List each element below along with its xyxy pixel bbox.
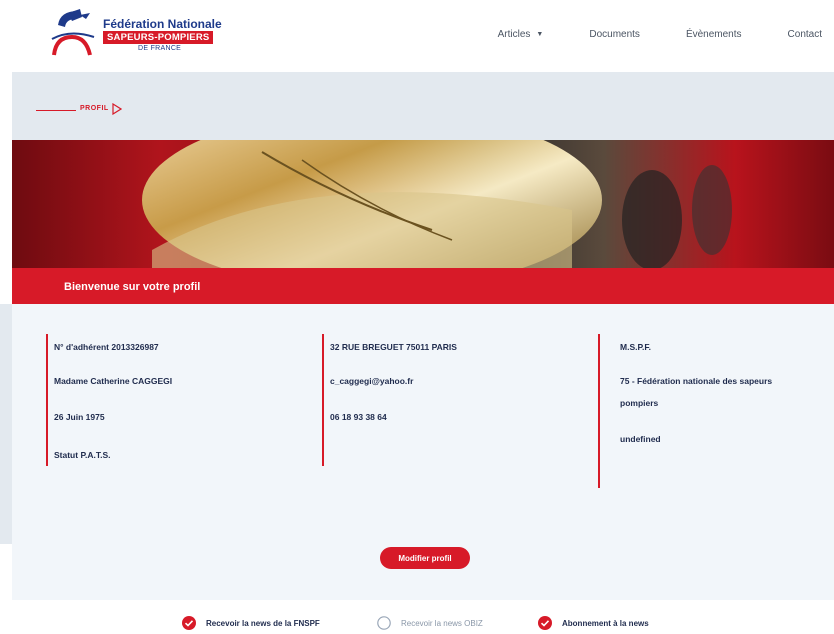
address: 32 RUE BREGUET 75011 PARIS <box>330 342 457 352</box>
play-arrow-icon <box>112 103 122 115</box>
empty-circle-icon <box>377 616 391 630</box>
left-edge <box>0 304 12 544</box>
fnspf-logo-icon <box>51 9 95 56</box>
member-name: Madame Catherine CAGGEGI <box>54 376 173 386</box>
phone: 06 18 93 38 64 <box>330 412 387 422</box>
member-number: N° d'adhérent 2013326987 <box>54 342 159 352</box>
profile-title-bar: Bienvenue sur votre profil <box>12 268 834 304</box>
hero-image <box>12 140 834 270</box>
main-nav: Articles ▼ Documents Évènements Contact <box>452 24 834 44</box>
newsletter-options: Recevoir la news de la FNSPF Recevoir la… <box>0 616 834 634</box>
newsletter-subscription-label: Abonnement à la news <box>562 618 649 628</box>
organisation-name: 75 - Fédération nationale des sapeurs <box>620 376 773 386</box>
nav-documents-label: Documents <box>589 28 640 40</box>
check-circle-icon <box>538 616 552 630</box>
birth-date: 26 Juin 1975 <box>54 412 105 422</box>
breadcrumb-divider <box>36 110 76 111</box>
newsletter-fnspf-label: Recevoir la news de la FNSPF <box>206 618 320 628</box>
column-divider <box>322 334 324 466</box>
site-logo[interactable]: Fédération Nationale SAPEURS-POMPIERS DE… <box>50 7 230 57</box>
check-circle-icon <box>182 616 196 630</box>
nav-articles-label: Articles <box>497 28 531 40</box>
profile-column-identity: N° d'adhérent 2013326987 Madame Catherin… <box>46 334 306 466</box>
site-header: Fédération Nationale SAPEURS-POMPIERS DE… <box>0 0 834 72</box>
nav-documents[interactable]: Documents <box>589 29 640 40</box>
newsletter-subscription-checkbox[interactable]: Abonnement à la news <box>538 616 649 630</box>
nav-contact-label: Contact <box>787 28 822 40</box>
nav-evenements-label: Évènements <box>685 28 742 40</box>
breadcrumb[interactable]: PROFIL <box>80 105 109 112</box>
chevron-down-icon: ▼ <box>536 30 544 38</box>
logo-subtitle: SAPEURS-POMPIERS <box>103 31 214 44</box>
member-status: Statut P.A.T.S. <box>54 450 111 460</box>
newsletter-obiz-checkbox[interactable]: Recevoir la news OBIZ <box>377 616 483 630</box>
edit-profile-button[interactable]: Modifier profil <box>380 547 470 569</box>
page-title: Bienvenue sur votre profil <box>64 281 201 293</box>
email: c_caggegi@yahoo.fr <box>330 376 414 386</box>
nav-articles[interactable]: Articles ▼ <box>498 29 544 40</box>
profile-column-organisation: M.S.P.F. 75 - Fédération nationale des s… <box>598 334 828 488</box>
breadcrumb-band: PROFIL <box>12 72 834 140</box>
profile-column-contact: 32 RUE BREGUET 75011 PARIS c_caggegi@yah… <box>322 334 582 466</box>
logo-country: DE FRANCE <box>138 45 182 52</box>
logo-title: Fédération Nationale <box>103 17 222 31</box>
newsletter-obiz-label: Recevoir la news OBIZ <box>401 618 483 628</box>
nav-contact[interactable]: Contact <box>788 29 822 40</box>
organisation-code: M.S.P.F. <box>620 342 652 352</box>
firefighter-helmet-image <box>142 140 732 270</box>
organisation-extra: undefined <box>620 434 661 444</box>
newsletter-fnspf-checkbox[interactable]: Recevoir la news de la FNSPF <box>182 616 320 630</box>
organisation-name-cont: pompiers <box>620 398 659 408</box>
column-divider <box>46 334 48 466</box>
nav-evenements[interactable]: Évènements <box>686 29 742 40</box>
column-divider <box>598 334 600 488</box>
